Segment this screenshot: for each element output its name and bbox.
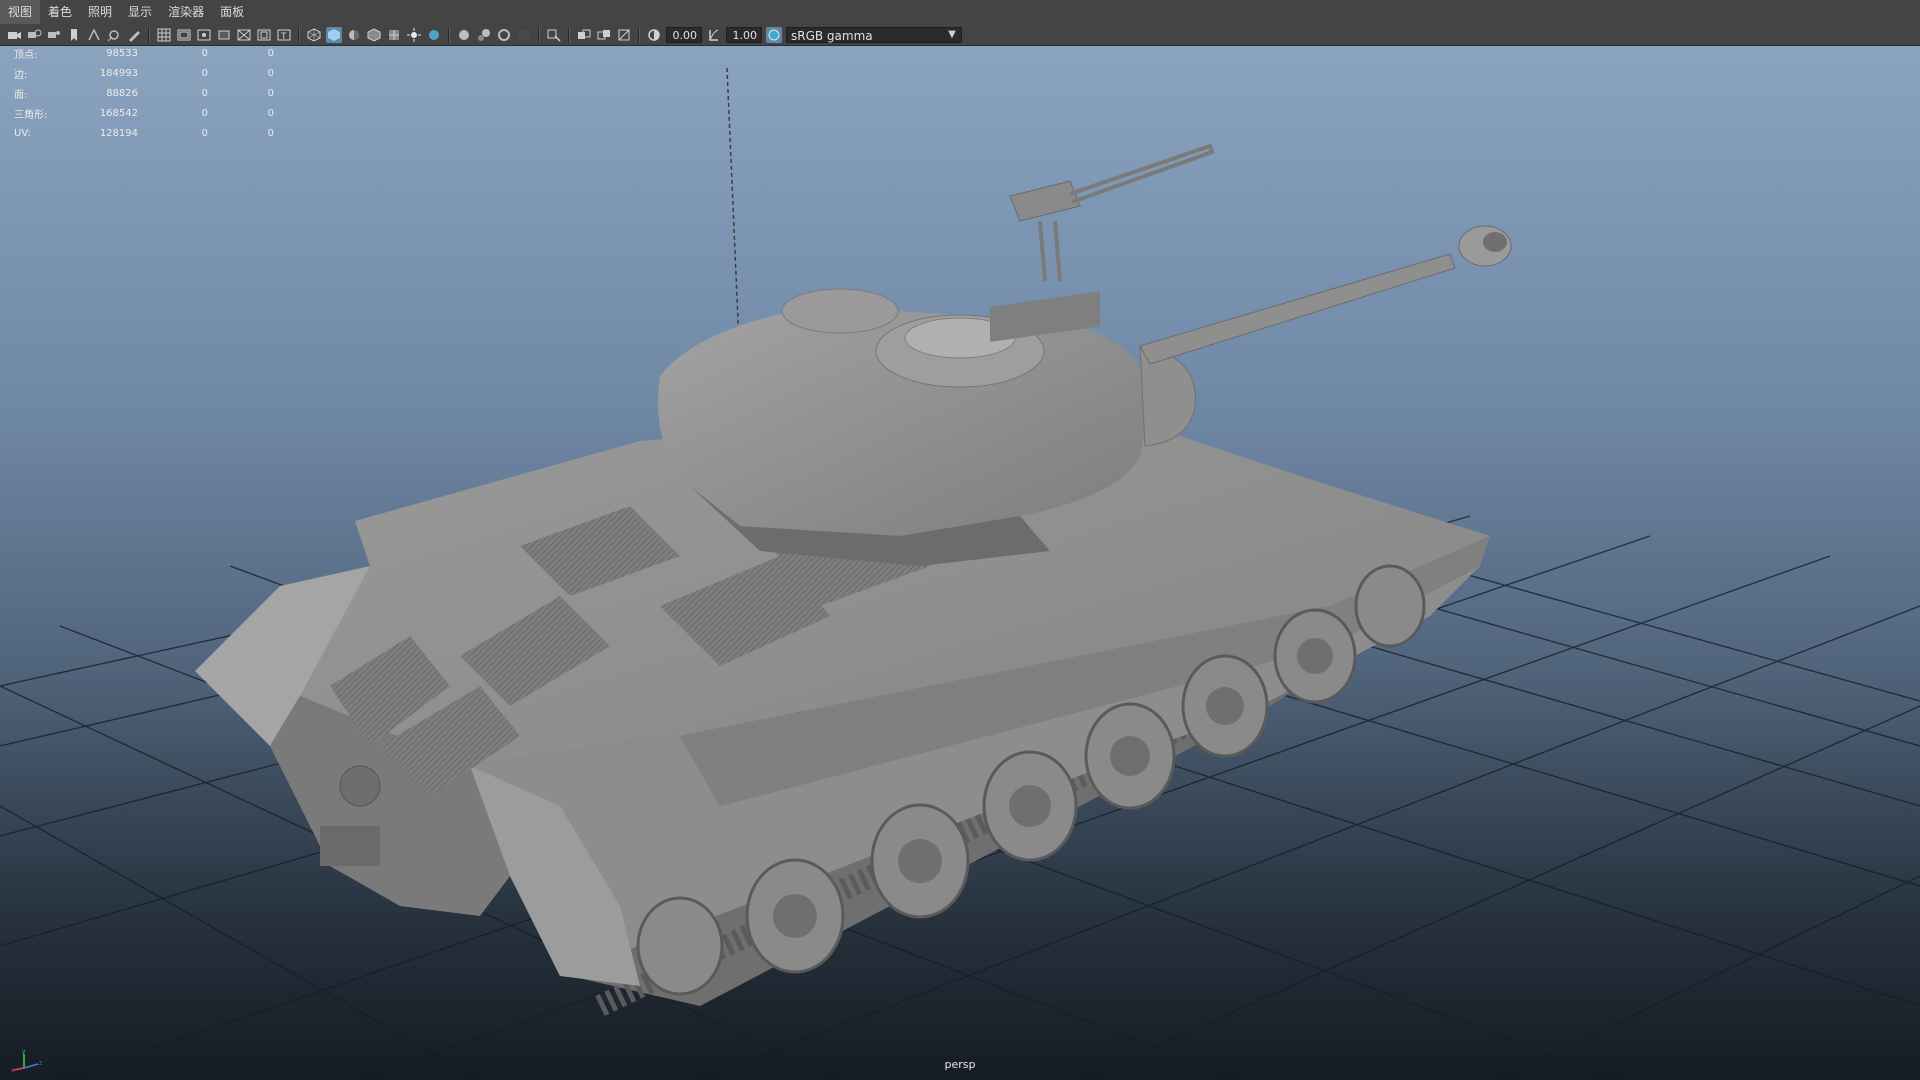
hud-row-vertices: 顶点: 98533 0 0 [14, 46, 274, 63]
gamma-field[interactable]: 1.00 [726, 26, 762, 43]
chevron-down-icon[interactable]: ▼ [945, 28, 959, 42]
hud-value: 98533 [106, 47, 138, 59]
svg-text:y: y [22, 1048, 26, 1055]
backface-icon[interactable] [616, 27, 632, 43]
hud-selected: 0 [201, 67, 208, 79]
hud-selected-alt: 0 [267, 87, 274, 99]
hud-row-triangles: 三角形: 168542 0 0 [14, 103, 274, 123]
pan-icon[interactable] [86, 27, 102, 43]
toolbar-separator [298, 26, 300, 43]
gate-mask-icon[interactable] [216, 27, 232, 43]
hud-row-faces: 面: 88826 0 0 [14, 83, 274, 103]
hud-label: 边: [14, 69, 28, 81]
hud-label: UV: [14, 127, 31, 139]
hud-value: 168542 [99, 107, 138, 119]
grease-pencil-icon[interactable] [126, 27, 142, 43]
menu-view[interactable]: 视图 [0, 0, 41, 24]
isolate-icon[interactable] [546, 27, 562, 43]
svg-text:x: x [11, 1067, 15, 1074]
main-gun [1139, 225, 1512, 365]
exposure-icon[interactable] [646, 27, 662, 43]
maya-app: 视图 着色 照明 显示 渲染器 面板 T 0.00 1.00 sRGB gamm… [0, 0, 1920, 1080]
image-plane-icon[interactable] [66, 27, 82, 43]
film-gate-icon[interactable] [176, 27, 192, 43]
menu-lighting[interactable]: 照明 [80, 0, 120, 24]
antialias-icon[interactable] [496, 27, 512, 43]
toolbar-separator [568, 26, 570, 43]
color-space-select[interactable]: sRGB gamma ▼ [786, 26, 962, 43]
toolbar-separator [448, 26, 450, 43]
depth-of-field-icon[interactable] [516, 27, 532, 43]
hud-value: 184993 [99, 67, 138, 79]
hud-value: 128194 [99, 127, 138, 139]
hud-selected-alt: 0 [267, 47, 274, 59]
hud-selected: 0 [201, 127, 208, 139]
toolbar-separator [148, 26, 150, 43]
toolbar-separator [538, 26, 540, 43]
hud-label: 三角形: [14, 109, 48, 121]
camera-name-label: persp [944, 1058, 976, 1071]
camera-icon[interactable] [6, 27, 22, 43]
menu-panels[interactable]: 面板 [212, 0, 252, 24]
axis-gizmo-icon: y x z [11, 1048, 42, 1074]
hud-selected: 0 [201, 87, 208, 99]
smooth-shade-icon[interactable] [326, 26, 342, 43]
hud-selected: 0 [201, 107, 208, 119]
heads-up-display: 顶点: 98533 0 0 边: 184993 0 0 面: 88826 0 0… [14, 46, 274, 143]
xray-joints-icon[interactable] [576, 27, 592, 43]
panel-menubar: 视图 着色 照明 显示 渲染器 面板 [0, 0, 1920, 24]
hud-row-edges: 边: 184993 0 0 [14, 63, 274, 83]
hud-row-uvs: UV: 128194 0 0 [14, 123, 274, 143]
menu-show[interactable]: 显示 [120, 0, 160, 24]
motion-blur-icon[interactable] [476, 27, 492, 43]
ao-icon[interactable] [456, 27, 472, 43]
color-management-icon[interactable] [766, 26, 782, 43]
hud-selected-alt: 0 [267, 127, 274, 139]
lights-icon[interactable] [406, 27, 422, 43]
hud-value: 88826 [106, 87, 138, 99]
hud-selected-alt: 0 [267, 107, 274, 119]
svg-text:T: T [280, 32, 287, 42]
default-material-icon[interactable] [346, 27, 362, 43]
xray-icon[interactable] [366, 27, 382, 43]
camera-attr-icon[interactable] [26, 27, 42, 43]
bookmark-icon[interactable] [46, 27, 62, 43]
viewport-scene[interactable] [0, 46, 1920, 1080]
hud-selected: 0 [201, 47, 208, 59]
xray-active-icon[interactable] [596, 27, 612, 43]
viewport-persp[interactable]: 顶点: 98533 0 0 边: 184993 0 0 面: 88826 0 0… [0, 46, 1920, 1080]
hud-label: 面: [14, 89, 28, 101]
svg-text:z: z [39, 1060, 42, 1067]
textures-icon[interactable] [386, 27, 402, 43]
menu-renderer[interactable]: 渲染器 [160, 0, 212, 24]
panel-toolbar: T 0.00 1.00 sRGB gamma ▼ [0, 24, 1920, 46]
toolbar-separator [638, 26, 640, 43]
zoom-icon[interactable] [106, 27, 122, 43]
wireframe-icon[interactable] [306, 27, 322, 43]
exposure-field[interactable]: 0.00 [666, 26, 702, 43]
gamma-icon[interactable] [706, 27, 722, 43]
hud-label: 顶点: [14, 49, 38, 61]
antenna [726, 67, 741, 367]
grid-icon[interactable] [156, 27, 172, 43]
safe-action-icon[interactable] [256, 27, 272, 43]
field-chart-icon[interactable] [236, 27, 252, 43]
resolution-gate-icon[interactable] [196, 27, 212, 43]
machine-gun [1009, 143, 1215, 282]
color-space-value: sRGB gamma [791, 28, 873, 43]
menu-shading[interactable]: 着色 [40, 0, 80, 24]
shadows-icon[interactable] [426, 27, 442, 43]
hud-selected-alt: 0 [267, 67, 274, 79]
safe-title-icon[interactable]: T [276, 27, 292, 43]
